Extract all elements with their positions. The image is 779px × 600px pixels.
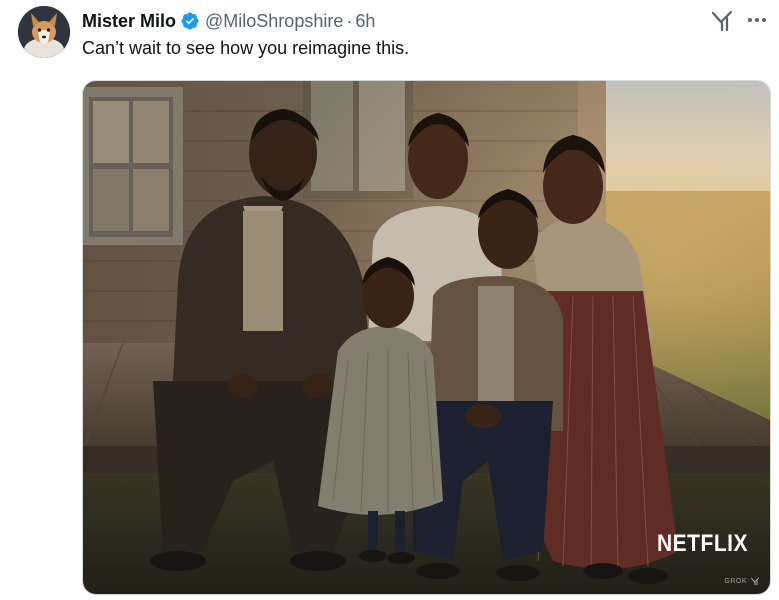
separator-dot: · xyxy=(346,10,353,31)
verified-badge-icon xyxy=(180,11,200,31)
more-options-icon[interactable] xyxy=(744,8,770,32)
avatar[interactable] xyxy=(18,6,70,58)
display-name[interactable]: Mister Milo xyxy=(82,11,176,32)
grok-icon[interactable] xyxy=(710,10,734,32)
post-time[interactable]: 6h xyxy=(355,11,375,32)
grok-watermark-icon xyxy=(750,577,760,586)
dog-avatar-image xyxy=(18,6,70,58)
post-image[interactable]: NETFLIX GROK xyxy=(82,80,771,595)
tweet-header: Mister Milo @MiloShropshire · 6h xyxy=(82,10,375,32)
tweet-text: Can’t wait to see how you reimagine this… xyxy=(82,38,410,58)
netflix-logo: NETFLIX xyxy=(657,530,748,557)
family-photo-illustration xyxy=(83,81,770,594)
author-handle[interactable]: @MiloShropshire xyxy=(205,11,343,32)
tweet: Mister Milo @MiloShropshire · 6h Can’t w… xyxy=(0,0,779,600)
grok-watermark-text: GROK xyxy=(724,578,747,585)
grok-watermark: GROK xyxy=(724,577,760,586)
